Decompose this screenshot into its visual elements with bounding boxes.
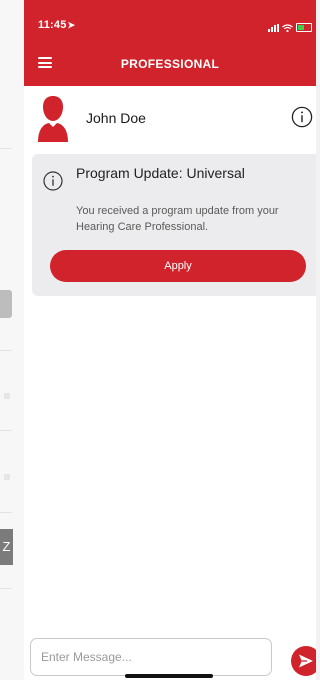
status-time: 11:45➤ (38, 19, 75, 31)
peek-index-letter: Z (0, 529, 13, 565)
peek-divider (0, 588, 12, 589)
program-update-card: Program Update: Universal You received a… (32, 154, 316, 296)
peek-marker (4, 393, 10, 399)
info-circle-icon[interactable] (291, 106, 313, 128)
status-icons (268, 22, 312, 32)
contact-name: John Doe (86, 110, 146, 126)
apply-button[interactable]: Apply (50, 250, 306, 282)
contact-header: John Doe (24, 86, 316, 152)
update-message: You received a program update from your … (76, 205, 279, 233)
peek-divider (0, 350, 12, 351)
send-button[interactable] (291, 646, 316, 676)
phone-screen: 11:45➤ PROFESSIONAL John Doe Program Upd… (24, 0, 316, 680)
wifi-icon (282, 24, 293, 32)
status-bar: 11:45➤ (24, 0, 316, 40)
send-arrow-icon (299, 654, 313, 668)
person-silhouette-icon (38, 96, 68, 142)
battery-icon (296, 23, 312, 32)
page-title: PROFESSIONAL (120, 57, 220, 71)
location-arrow-icon: ➤ (67, 20, 76, 30)
signal-icon (268, 24, 279, 32)
nav-bar: PROFESSIONAL (24, 40, 316, 86)
home-indicator (125, 674, 213, 678)
message-composer (24, 632, 316, 680)
message-input[interactable] (30, 638, 272, 676)
previous-screen-peek: Z (0, 0, 24, 680)
peek-divider (0, 430, 12, 431)
info-circle-icon (43, 171, 63, 191)
peek-divider (0, 512, 12, 513)
peek-divider (0, 148, 12, 149)
peek-marker (4, 474, 10, 480)
peek-tile (0, 290, 12, 318)
update-title: Program Update: Universal (76, 165, 245, 181)
status-time-text: 11:45 (38, 19, 67, 31)
